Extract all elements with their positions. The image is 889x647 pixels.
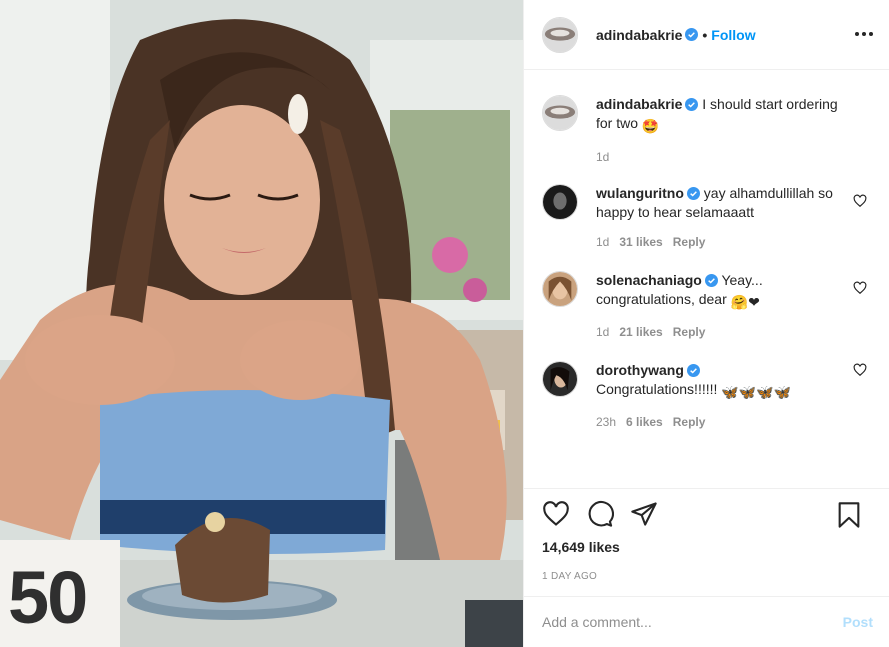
caption-age[interactable]: 1d	[596, 150, 609, 164]
commenter-username[interactable]: dorothywang	[596, 362, 684, 378]
comment-like-heart-icon[interactable]	[853, 281, 867, 295]
caption-text: adindabakrie I should start ordering for…	[596, 95, 845, 136]
post-comment-button[interactable]: Post	[843, 614, 873, 630]
verified-badge-icon	[686, 364, 700, 377]
commenter-avatar-image	[543, 362, 577, 396]
comment-age[interactable]: 23h	[596, 415, 616, 429]
reply-button[interactable]: Reply	[673, 415, 706, 429]
caption-username[interactable]: adindabakrie	[596, 96, 682, 112]
comment-likes[interactable]: 6 likes	[626, 415, 663, 429]
comment-item: dorothywang Congratulations!!!!!! 🦋🦋🦋🦋 2…	[542, 361, 873, 429]
hug-heart-emojis: 🤗❤	[730, 294, 760, 310]
butterfly-emojis: 🦋🦋🦋🦋	[721, 384, 792, 400]
comment-item: solenachaniago Yeay... congratulations, …	[542, 271, 873, 339]
commenter-avatar[interactable]	[542, 361, 578, 397]
comment-age[interactable]: 1d	[596, 325, 609, 339]
more-options-icon[interactable]	[853, 22, 875, 46]
comment-likes[interactable]: 21 likes	[619, 325, 662, 339]
add-comment-input[interactable]	[542, 614, 843, 630]
reply-button[interactable]: Reply	[673, 235, 706, 249]
post-photo[interactable]: 50	[0, 0, 523, 647]
verified-badge-icon	[686, 187, 700, 200]
author-avatar-image	[543, 17, 577, 52]
likes-count[interactable]: 14,649 likes	[540, 539, 873, 555]
commenter-avatar-image	[543, 272, 577, 306]
comment-likes[interactable]: 31 likes	[619, 235, 662, 249]
comment-age[interactable]: 1d	[596, 235, 609, 249]
verified-badge-icon	[685, 98, 699, 111]
comment-text: Congratulations!!!!!!	[596, 381, 718, 397]
heart-icon[interactable]	[542, 500, 570, 528]
reply-button[interactable]: Reply	[673, 325, 706, 339]
post-header: adindabakrie • Follow	[524, 0, 889, 70]
commenter-avatar[interactable]	[542, 271, 578, 307]
comment-composer: Post	[524, 596, 889, 647]
author-username[interactable]: adindabakrie	[596, 27, 682, 43]
share-icon[interactable]	[630, 500, 658, 528]
separator-dot: •	[702, 26, 708, 43]
comment-item: wulanguritno yay alhamdullillah so happy…	[542, 184, 873, 249]
commenter-username[interactable]: wulanguritno	[596, 185, 684, 201]
commenter-avatar-image	[543, 185, 577, 219]
comment-like-heart-icon[interactable]	[853, 194, 867, 208]
author-avatar[interactable]	[542, 16, 578, 53]
comment-like-heart-icon[interactable]	[853, 363, 867, 377]
follow-button[interactable]: Follow	[711, 27, 755, 43]
verified-badge-icon	[704, 274, 718, 287]
post-side-panel: adindabakrie • Follow adindabakrie I sho…	[523, 0, 889, 647]
table-number-card: 50	[8, 556, 88, 639]
post-photo-illustration	[0, 0, 523, 647]
author-avatar[interactable]	[542, 95, 578, 131]
author-avatar-image	[543, 96, 577, 130]
caption-item: adindabakrie I should start ordering for…	[542, 95, 873, 164]
verified-badge-icon	[685, 28, 699, 41]
post-actions: 14,649 likes 1 DAY AGO	[524, 488, 889, 582]
commenter-username[interactable]: solenachaniago	[596, 272, 702, 288]
comment-icon[interactable]	[586, 500, 614, 528]
bookmark-icon[interactable]	[835, 501, 863, 529]
post-date[interactable]: 1 DAY AGO	[540, 571, 873, 582]
star-struck-emoji: 🤩	[641, 118, 660, 134]
comments-list[interactable]: adindabakrie I should start ordering for…	[524, 70, 889, 488]
commenter-avatar[interactable]	[542, 184, 578, 220]
